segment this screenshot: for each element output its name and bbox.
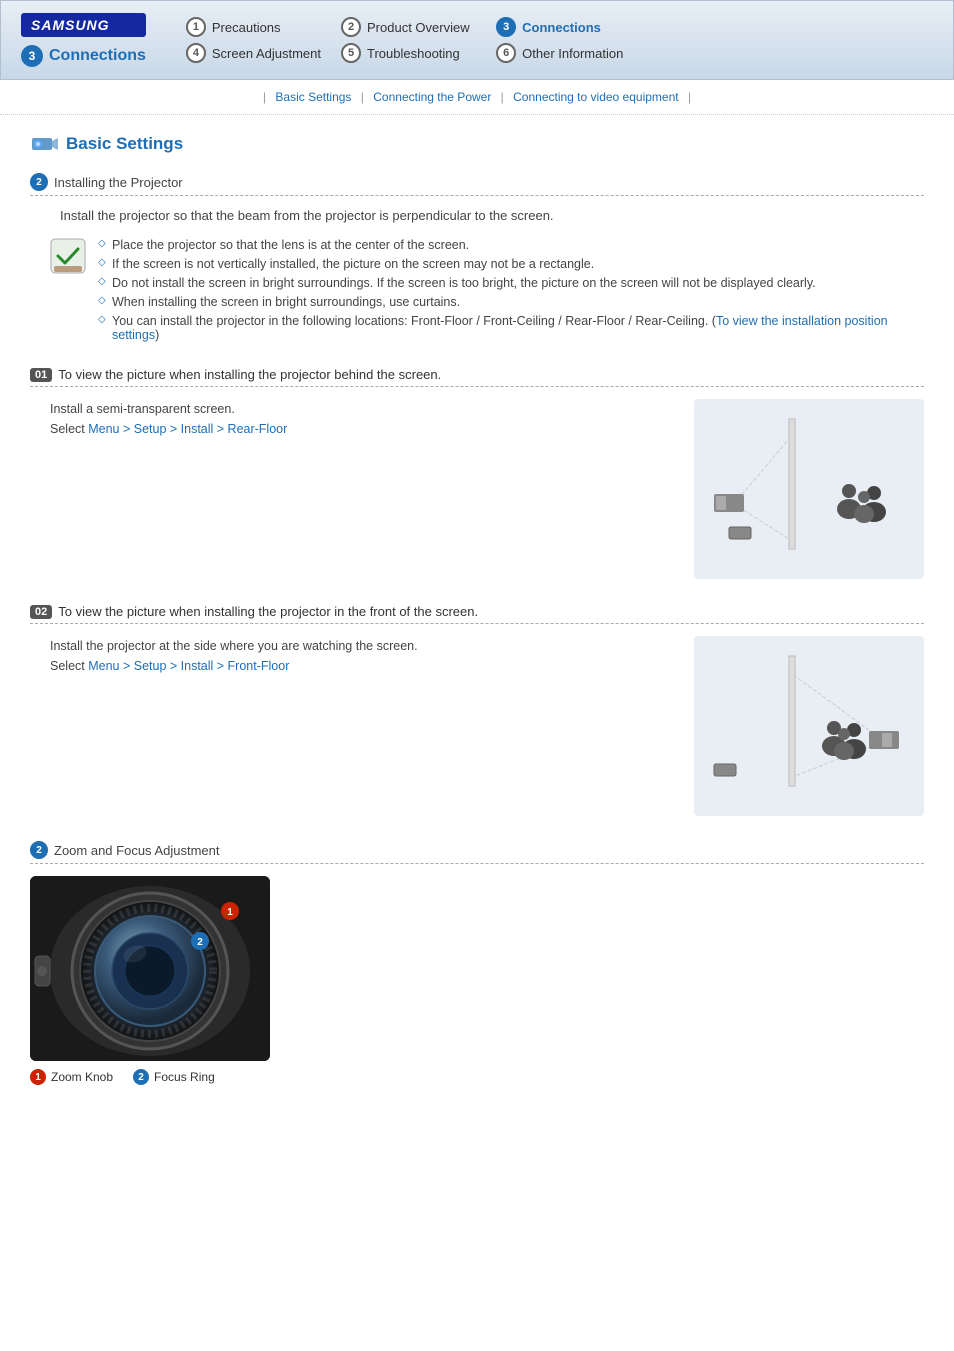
tip-item-1: Place the projector so that the lens is …: [98, 238, 924, 252]
numbered-content-02: Install the projector at the side where …: [50, 636, 924, 816]
samsung-logo: SAMSUNG: [21, 13, 146, 37]
svg-text:2: 2: [197, 937, 203, 948]
main-content: Basic Settings 2 Installing the Projecto…: [0, 130, 954, 1135]
rear-diagram-svg: [704, 409, 914, 569]
nav-label-connections: Connections: [522, 20, 601, 35]
tip-item-3: Do not install the screen in bright surr…: [98, 276, 924, 290]
numbered-title-01: To view the picture when installing the …: [58, 367, 441, 382]
breadcrumb-basic-settings[interactable]: Basic Settings: [275, 90, 351, 104]
rear-text-1: Install a semi-transparent screen.: [50, 399, 674, 419]
numbered-title-02: To view the picture when installing the …: [58, 604, 478, 619]
nav-label-product-overview: Product Overview: [367, 20, 470, 35]
nav-circle-6: 6: [496, 43, 516, 63]
numbered-content-01: Install a semi-transparent screen. Selec…: [50, 399, 924, 579]
tip-item-4: When installing the screen in bright sur…: [98, 295, 924, 309]
nav-item-screen-adjustment[interactable]: 4 Screen Adjustment: [186, 43, 321, 63]
current-section-badge: 3 Connections: [21, 45, 146, 67]
nav-label-precautions: Precautions: [212, 20, 281, 35]
nav-item-other-info[interactable]: 6 Other Information: [496, 43, 631, 63]
rear-menu-link[interactable]: Menu > Setup > Install > Rear-Floor: [88, 422, 287, 436]
zoom-section: 2 Zoom and Focus Adjustment: [30, 841, 924, 1085]
front-diagram-svg: [704, 646, 914, 806]
tip-item-5: You can install the projector in the fol…: [98, 314, 924, 342]
num-badge-01: 01: [30, 368, 52, 382]
zoom-knob-label: 1 Zoom Knob: [30, 1069, 113, 1085]
numbered-header-01: 01 To view the picture when installing t…: [30, 367, 924, 387]
section-title-area: Basic Settings: [30, 130, 924, 158]
numbered-section-01: 01 To view the picture when installing t…: [30, 367, 924, 579]
nav-circle-1: 1: [186, 17, 206, 37]
zoom-image-box: 1 2: [30, 876, 270, 1061]
installing-title: Installing the Projector: [54, 175, 183, 190]
zoom-lens-svg: 1 2: [30, 876, 270, 1061]
front-diagram: [694, 636, 924, 816]
nav-item-product-overview[interactable]: 2 Product Overview: [341, 17, 476, 37]
breadcrumb-connecting-video[interactable]: Connecting to video equipment: [513, 90, 678, 104]
num-badge-02: 02: [30, 605, 52, 619]
svg-text:1: 1: [227, 907, 233, 918]
nav-grid: 1 Precautions 2 Product Overview 3 Conne…: [186, 17, 631, 63]
nav-label-other-info: Other Information: [522, 46, 623, 61]
checkmark-icon: [50, 238, 86, 274]
focus-ring-num: 2: [133, 1069, 149, 1085]
page-header: SAMSUNG 3 Connections 1 Precautions 2 Pr…: [0, 0, 954, 80]
front-menu-link[interactable]: Menu > Setup > Install > Front-Floor: [88, 659, 289, 673]
intro-paragraph: Install the projector so that the beam f…: [60, 208, 924, 223]
nav-item-troubleshooting[interactable]: 5 Troubleshooting: [341, 43, 476, 63]
focus-ring-label: 2 Focus Ring: [133, 1069, 215, 1085]
numbered-text-01: Install a semi-transparent screen. Selec…: [50, 399, 674, 439]
nav-label-troubleshooting: Troubleshooting: [367, 46, 460, 61]
nav-circle-2: 2: [341, 17, 361, 37]
zoom-badge: 2: [30, 841, 48, 859]
nav-circle-4: 4: [186, 43, 206, 63]
nav-label-screen-adjustment: Screen Adjustment: [212, 46, 321, 61]
zoom-title: Zoom and Focus Adjustment: [54, 843, 219, 858]
installing-badge: 2: [30, 173, 48, 191]
front-text-1: Install the projector at the side where …: [50, 636, 674, 656]
rear-diagram: [694, 399, 924, 579]
tip-list: Place the projector so that the lens is …: [98, 238, 924, 347]
numbered-text-02: Install the projector at the side where …: [50, 636, 674, 676]
section-label: Connections: [49, 47, 146, 65]
installation-position-link[interactable]: To view the installation position settin…: [112, 314, 888, 342]
projector-icon: [30, 130, 58, 158]
zoom-label-row: 1 Zoom Knob 2 Focus Ring: [30, 1069, 924, 1085]
nav-circle-3: 3: [496, 17, 516, 37]
zoom-image-area: 1 2 1 Zoom Knob 2 Focus Ring: [30, 876, 924, 1085]
tip-block: Place the projector so that the lens is …: [50, 238, 924, 347]
zoom-knob-num: 1: [30, 1069, 46, 1085]
front-text-2: Select Menu > Setup > Install > Front-Fl…: [50, 656, 674, 676]
zoom-knob-text: Zoom Knob: [51, 1070, 113, 1084]
nav-item-precautions[interactable]: 1 Precautions: [186, 17, 321, 37]
page-title: Basic Settings: [66, 134, 183, 154]
numbered-section-02: 02 To view the picture when installing t…: [30, 604, 924, 816]
nav-item-connections[interactable]: 3 Connections: [496, 17, 631, 37]
rear-text-2: Select Menu > Setup > Install > Rear-Flo…: [50, 419, 674, 439]
zoom-section-header: 2 Zoom and Focus Adjustment: [30, 841, 924, 864]
numbered-header-02: 02 To view the picture when installing t…: [30, 604, 924, 624]
breadcrumb: | Basic Settings | Connecting the Power …: [0, 80, 954, 115]
installing-projector-section: 2 Installing the Projector Install the p…: [30, 173, 924, 347]
nav-circle-5: 5: [341, 43, 361, 63]
section-number-badge: 3: [21, 45, 43, 67]
breadcrumb-connecting-power[interactable]: Connecting the Power: [373, 90, 491, 104]
focus-ring-text: Focus Ring: [154, 1070, 215, 1084]
tip-item-2: If the screen is not vertically installe…: [98, 257, 924, 271]
installing-header: 2 Installing the Projector: [30, 173, 924, 196]
